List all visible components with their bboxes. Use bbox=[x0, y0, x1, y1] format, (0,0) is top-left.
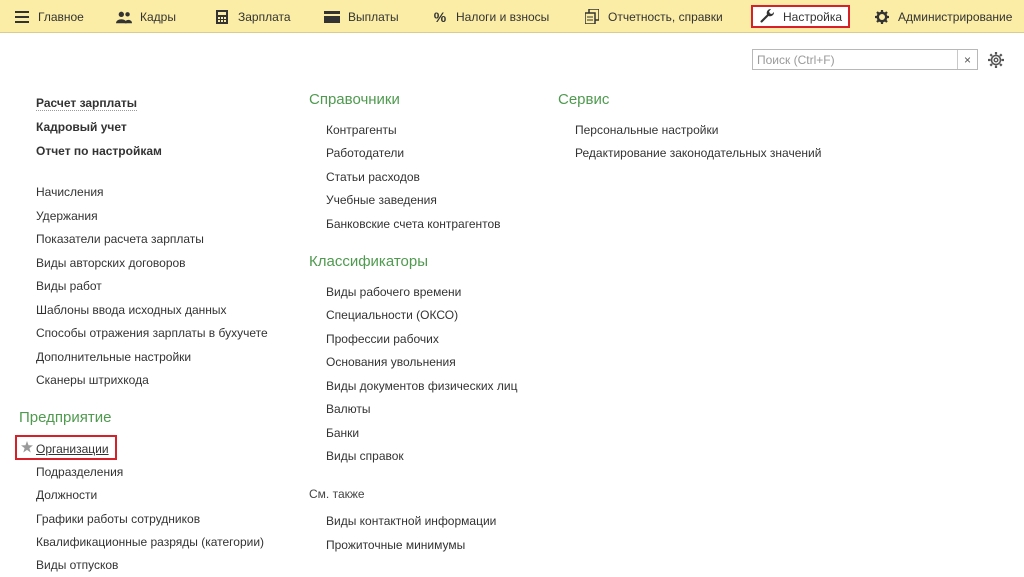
link-personal-settings[interactable]: Персональные настройки bbox=[575, 123, 718, 137]
link-additional-settings[interactable]: Дополнительные настройки bbox=[36, 350, 191, 364]
link-employers[interactable]: Работодатели bbox=[326, 146, 404, 160]
link-dismissal-grounds[interactable]: Основания увольнения bbox=[326, 355, 456, 369]
tab-salary[interactable]: Зарплата bbox=[214, 0, 291, 33]
wrench-icon bbox=[759, 9, 775, 25]
tab-personnel[interactable]: Кадры bbox=[116, 0, 176, 33]
tab-admin[interactable]: Администрирование bbox=[874, 0, 1012, 33]
link-qualification-grades[interactable]: Квалификационные разряды (категории) bbox=[36, 535, 264, 549]
link-salary-accounting-methods[interactable]: Способы отражения зарплаты в бухучете bbox=[36, 326, 268, 340]
link-banks[interactable]: Банки bbox=[326, 426, 359, 440]
link-currencies[interactable]: Валюты bbox=[326, 402, 371, 416]
link-deductions[interactable]: Удержания bbox=[36, 209, 98, 223]
tab-main[interactable]: Главное bbox=[14, 0, 84, 33]
tab-label: Зарплата bbox=[238, 9, 291, 24]
link-author-contract-types[interactable]: Виды авторских договоров bbox=[36, 256, 186, 270]
link-personnel-records[interactable]: Кадровый учет bbox=[36, 120, 127, 134]
documents-icon bbox=[584, 9, 600, 25]
section-panel: Главное Кадры Зарплата Выплаты % Налоги … bbox=[0, 0, 1024, 33]
wallet-icon bbox=[324, 9, 340, 25]
calculator-icon bbox=[214, 9, 230, 25]
link-work-schedules[interactable]: Графики работы сотрудников bbox=[36, 512, 200, 526]
link-input-templates[interactable]: Шаблоны ввода исходных данных bbox=[36, 303, 227, 317]
tab-label: Главное bbox=[38, 9, 84, 24]
link-barcode-scanners[interactable]: Сканеры штрихкода bbox=[36, 373, 149, 387]
tab-taxes[interactable]: % Налоги и взносы bbox=[432, 0, 550, 33]
link-settings-report[interactable]: Отчет по настройкам bbox=[36, 144, 162, 158]
link-certificate-types[interactable]: Виды справок bbox=[326, 449, 404, 463]
link-educational-institutions[interactable]: Учебные заведения bbox=[326, 193, 437, 207]
tab-label: Отчетность, справки bbox=[608, 9, 723, 24]
link-departments[interactable]: Подразделения bbox=[36, 465, 123, 479]
search-box: × bbox=[752, 49, 978, 70]
link-specialties-okso[interactable]: Специальности (ОКСО) bbox=[326, 308, 458, 322]
link-accruals[interactable]: Начисления bbox=[36, 185, 104, 199]
tab-settings[interactable]: Настройка bbox=[751, 5, 851, 28]
percent-icon: % bbox=[433, 8, 447, 25]
link-salary-indicators[interactable]: Показатели расчета зарплаты bbox=[36, 232, 204, 246]
link-work-types[interactable]: Виды работ bbox=[36, 279, 102, 293]
clear-search-button[interactable]: × bbox=[957, 50, 977, 69]
section-heading-service: Сервис bbox=[558, 91, 610, 108]
search-input[interactable] bbox=[753, 50, 961, 69]
tab-label: Администрирование bbox=[898, 9, 1013, 24]
link-salary-calculation[interactable]: Расчет зарплаты bbox=[36, 96, 138, 111]
section-heading-classifiers: Классификаторы bbox=[309, 253, 429, 270]
hamburger-icon bbox=[14, 9, 30, 25]
link-vacation-types[interactable]: Виды отпусков bbox=[36, 558, 118, 572]
settings-gear-icon[interactable] bbox=[987, 51, 1005, 69]
link-organizations[interactable]: Организации bbox=[36, 442, 109, 456]
tab-reports[interactable]: Отчетность, справки bbox=[584, 0, 723, 33]
link-counterparty-bank-accounts[interactable]: Банковские счета контрагентов bbox=[326, 217, 501, 231]
link-expense-items[interactable]: Статьи расходов bbox=[326, 170, 420, 184]
link-legislative-values[interactable]: Редактирование законодательных значений bbox=[575, 146, 821, 160]
favorite-star-icon[interactable] bbox=[21, 441, 33, 453]
section-heading-see-also: См. также bbox=[309, 487, 365, 501]
tab-label: Налоги и взносы bbox=[456, 9, 550, 24]
link-contact-info-types[interactable]: Виды контактной информации bbox=[326, 514, 496, 528]
people-icon bbox=[116, 9, 132, 25]
link-work-time-types[interactable]: Виды рабочего времени bbox=[326, 285, 461, 299]
section-heading-directories: Справочники bbox=[309, 91, 400, 108]
gear-icon bbox=[874, 9, 890, 25]
link-subsistence-minimums[interactable]: Прожиточные минимумы bbox=[326, 538, 465, 552]
tab-label: Кадры bbox=[140, 9, 176, 24]
link-personal-document-types[interactable]: Виды документов физических лиц bbox=[326, 379, 517, 393]
link-positions[interactable]: Должности bbox=[36, 488, 97, 502]
tab-payments[interactable]: Выплаты bbox=[324, 0, 399, 33]
section-heading-enterprise: Предприятие bbox=[19, 409, 112, 426]
link-worker-professions[interactable]: Профессии рабочих bbox=[326, 332, 439, 346]
link-counterparties[interactable]: Контрагенты bbox=[326, 123, 397, 137]
tab-label: Выплаты bbox=[348, 9, 399, 24]
tab-label: Настройка bbox=[783, 9, 843, 24]
